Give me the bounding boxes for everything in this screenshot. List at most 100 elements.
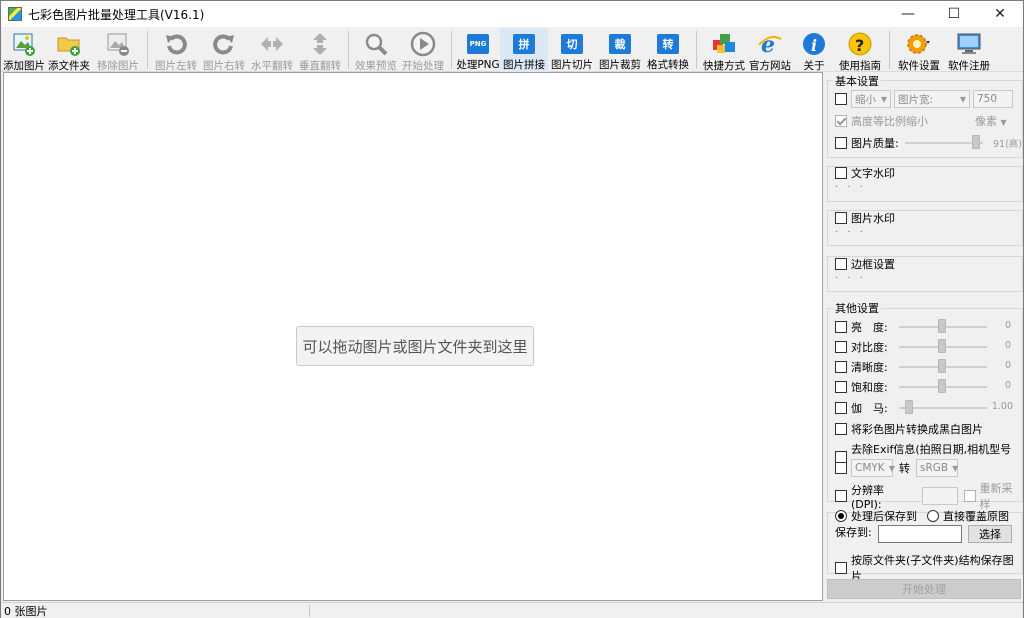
remove-image-icon — [105, 31, 131, 57]
magnifier-icon — [363, 31, 389, 57]
image-splice-button[interactable]: 拼 图片拼接 — [500, 28, 548, 72]
rotate-left-button[interactable]: 图片左转 — [152, 28, 200, 72]
shortcut-icon — [711, 31, 737, 57]
flip-vertical-label: 垂直翻转 — [299, 60, 341, 72]
chevron-down-icon: ▼ — [1000, 118, 1007, 127]
save-path-input[interactable] — [878, 525, 962, 543]
image-list-area[interactable]: 可以拖动图片或图片文件夹到这里 — [3, 72, 823, 601]
close-button[interactable]: ✕ — [977, 1, 1023, 27]
gamma-checkbox[interactable] — [835, 402, 847, 414]
rotate-left-label: 图片左转 — [155, 60, 197, 72]
keep-ratio-row: 高度等比例缩小 像素 ▼ — [835, 113, 1007, 129]
format-convert-button[interactable]: 转 格式转换 — [644, 28, 692, 72]
settings-label: 软件设置 — [898, 60, 940, 72]
add-image-label: 添加图片 — [3, 60, 45, 72]
quality-checkbox[interactable] — [835, 137, 847, 149]
image-crop-button[interactable]: 裁 图片裁剪 — [596, 28, 644, 72]
saturation-label: 饱和度: — [851, 381, 888, 394]
save-mode-row: 处理后保存到 直接覆盖原图 — [835, 508, 1009, 524]
quality-slider-thumb[interactable] — [971, 135, 980, 149]
flip-vertical-button[interactable]: 垂直翻转 — [296, 28, 344, 72]
saturation-checkbox[interactable] — [835, 381, 847, 393]
image-watermark-checkbox[interactable] — [835, 212, 847, 224]
remove-image-button[interactable]: 移除图片 — [93, 28, 143, 72]
dpi-checkbox[interactable] — [835, 490, 847, 502]
chevron-down-icon: ▼ — [952, 463, 959, 473]
add-folder-button[interactable]: 添文件夹 — [45, 28, 93, 72]
contrast-row: 对比度: — [835, 339, 888, 355]
minimize-button[interactable]: — — [885, 1, 931, 27]
play-icon — [410, 31, 436, 57]
register-label: 软件注册 — [948, 60, 990, 72]
resize-checkbox[interactable] — [835, 93, 847, 105]
other-settings-title: 其他设置 — [833, 300, 881, 316]
toolbar-separator — [348, 31, 349, 69]
flip-horizontal-icon — [259, 31, 285, 57]
keep-ratio-checkbox[interactable] — [835, 115, 847, 127]
sharpness-checkbox[interactable] — [835, 361, 847, 373]
rotate-right-button[interactable]: 图片右转 — [200, 28, 248, 72]
status-bar: 0 张图片 — [1, 602, 1023, 618]
shortcut-button[interactable]: 快捷方式 — [701, 28, 747, 72]
contrast-value: 0 — [1004, 340, 1011, 351]
quality-label: 图片质量: — [851, 137, 899, 150]
border-label: 边框设置 — [851, 258, 895, 271]
image-splice-label: 图片拼接 — [503, 59, 545, 71]
save-after-radio[interactable] — [835, 510, 847, 522]
size-basis-select[interactable]: 图片宽: ▼ — [894, 90, 970, 108]
format-convert-label: 格式转换 — [647, 59, 689, 71]
dpi-input[interactable] — [921, 487, 958, 505]
text-watermark-more[interactable]: · · · — [835, 182, 866, 193]
brightness-checkbox[interactable] — [835, 321, 847, 333]
border-more[interactable]: · · · — [835, 273, 866, 284]
contrast-checkbox[interactable] — [835, 341, 847, 353]
flip-horizontal-button[interactable]: 水平翻转 — [248, 28, 296, 72]
start-process-toolbar-button[interactable]: 开始处理 — [399, 28, 447, 72]
website-button[interactable]: e 官方网站 — [747, 28, 793, 72]
image-watermark-label: 图片水印 — [851, 212, 895, 225]
add-image-button[interactable]: 添加图片 — [3, 28, 45, 72]
width-input[interactable]: 750 — [973, 90, 1013, 108]
svg-text:?: ? — [855, 36, 864, 55]
text-watermark-checkbox[interactable] — [835, 167, 847, 179]
to-bw-checkbox[interactable] — [835, 423, 847, 435]
maximize-button[interactable]: ☐ — [931, 1, 977, 27]
border-row: 边框设置 — [835, 256, 895, 272]
remove-image-label: 移除图片 — [97, 60, 139, 72]
basic-settings-title: 基本设置 — [833, 73, 881, 89]
shortcut-label: 快捷方式 — [703, 60, 745, 72]
keep-structure-checkbox[interactable] — [835, 562, 847, 574]
process-png-button[interactable]: PNG 处理PNG — [456, 28, 500, 72]
resample-checkbox[interactable] — [963, 490, 976, 502]
convert-icon: 转 — [655, 31, 681, 56]
border-checkbox[interactable] — [835, 258, 847, 270]
brightness-slider-thumb[interactable] — [938, 319, 946, 333]
about-button[interactable]: i 关于 — [793, 28, 835, 72]
color-from-select[interactable]: CMYK ▼ — [851, 459, 895, 477]
resize-mode-select[interactable]: 缩小 ▼ — [851, 90, 891, 108]
drop-hint: 可以拖动图片或图片文件夹到这里 — [296, 326, 534, 366]
dpi-label: 分辨率(DPI): — [851, 483, 884, 511]
rotate-right-icon — [211, 31, 237, 57]
start-process-button[interactable]: 开始处理 — [827, 579, 1021, 599]
image-slice-label: 图片切片 — [551, 59, 593, 71]
overwrite-radio[interactable] — [927, 510, 939, 522]
preview-button[interactable]: 效果预览 — [353, 28, 399, 72]
sharpness-slider-thumb[interactable] — [938, 359, 946, 373]
add-folder-label: 添文件夹 — [48, 60, 90, 72]
image-slice-button[interactable]: 切 图片切片 — [548, 28, 596, 72]
image-watermark-more[interactable]: · · · — [835, 227, 866, 238]
saturation-slider-thumb[interactable] — [938, 379, 946, 393]
website-label: 官方网站 — [749, 60, 791, 72]
gamma-label: 伽 马: — [851, 402, 888, 415]
guide-button[interactable]: ? 使用指南 — [835, 28, 885, 72]
crop-icon: 裁 — [607, 31, 633, 56]
settings-button[interactable]: 软件设置 — [894, 28, 944, 72]
gamma-slider-thumb[interactable] — [905, 400, 913, 414]
color-space-checkbox[interactable] — [835, 462, 847, 474]
register-button[interactable]: 软件注册 — [944, 28, 994, 72]
choose-folder-button[interactable]: 选择 — [968, 525, 1012, 543]
contrast-slider-thumb[interactable] — [938, 339, 946, 353]
color-to-select[interactable]: sRGB ▼ — [916, 459, 958, 477]
unit-select[interactable]: 像素 ▼ — [975, 113, 1007, 129]
